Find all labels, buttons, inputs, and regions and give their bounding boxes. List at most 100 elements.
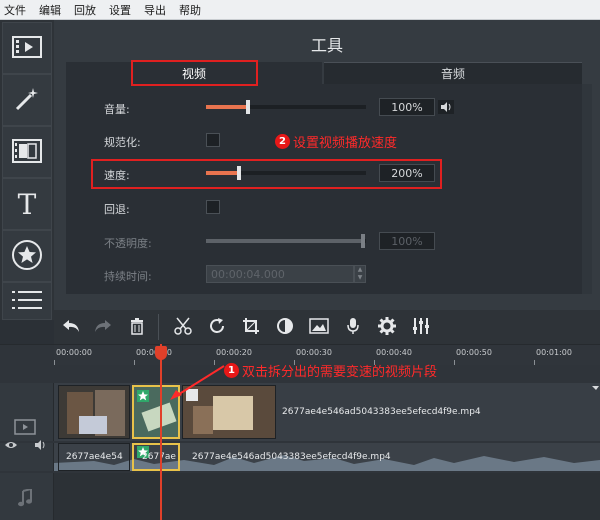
video-track-icon: [14, 419, 36, 438]
music-track-header: [0, 473, 54, 520]
image-settings-button[interactable]: [304, 310, 334, 344]
tick-label: 00:01:00: [536, 348, 572, 357]
music-track[interactable]: [54, 473, 600, 520]
audio-clip-name: 2677ae: [142, 452, 176, 462]
video-track-header: [0, 383, 54, 441]
tab-audio[interactable]: 音频: [324, 62, 582, 84]
opacity-value-field[interactable]: 100%: [379, 232, 435, 250]
annotation-arrow: [168, 362, 228, 405]
rotate-button[interactable]: [202, 310, 232, 344]
undo-icon: [61, 318, 81, 337]
speaker-icon[interactable]: [438, 100, 454, 114]
edit-toolbar: [54, 310, 600, 344]
opacity-slider-fill: [206, 239, 363, 243]
tick-mark: [534, 360, 535, 365]
audio-clip-name: 2677ae4e546ad5043383ee5efecd4f9e.mp4: [192, 452, 391, 462]
tick-label: 00:00:30: [296, 348, 332, 357]
reverse-label: 回退:: [104, 203, 130, 216]
volume-label: 音量:: [104, 103, 130, 116]
audio-track: 2677ae4e54 2677ae 2677ae4e546ad5043383ee…: [54, 443, 600, 471]
import-media-button[interactable]: [2, 22, 52, 74]
delete-button[interactable]: [122, 310, 152, 344]
film-icon: [12, 35, 42, 62]
tick-label: 00:00:20: [216, 348, 252, 357]
text-icon: T: [17, 187, 37, 221]
menu-playback[interactable]: 回放: [74, 2, 96, 18]
video-tab-highlight: [131, 60, 258, 86]
music-note-icon: [18, 487, 32, 510]
menu-bar: 文件 编辑 回放 设置 导出 帮助: [0, 0, 600, 20]
video-properties: 音量: 100% 规范化: 速度: 200% 回退: 不透明度: 100% 持续…: [66, 84, 582, 294]
speed-row-highlight: [91, 159, 442, 189]
sticker-icon: [11, 239, 43, 274]
rotate-icon: [208, 317, 226, 338]
step2-badge: 2: [275, 134, 290, 149]
tick-label: 00:00:00: [56, 348, 92, 357]
normalize-checkbox[interactable]: [206, 133, 220, 147]
panel-title: 工具: [310, 36, 343, 55]
panel-scrollbar[interactable]: [582, 84, 592, 294]
step1-text: 双击拆分出的需要变速的视频片段: [242, 365, 438, 380]
video-clip[interactable]: [58, 385, 130, 439]
playhead[interactable]: [160, 344, 162, 520]
equalizer-icon: [412, 317, 430, 338]
volume-icon[interactable]: [34, 439, 48, 453]
menu-edit[interactable]: 编辑: [39, 2, 61, 18]
volume-slider-knob[interactable]: [246, 100, 250, 114]
toolbar-divider: [158, 314, 159, 340]
volume-value-field[interactable]: 100%: [379, 98, 435, 116]
record-voice-button[interactable]: [338, 310, 368, 344]
video-track: 2677ae4e546ad5043383ee5efecd4f9e.mp4: [54, 383, 600, 441]
filters-button[interactable]: [2, 74, 52, 126]
opacity-slider-knob[interactable]: [361, 234, 365, 248]
reverse-checkbox[interactable]: [206, 200, 220, 214]
duration-label: 持续时间:: [104, 270, 152, 283]
magic-wand-icon: [13, 85, 41, 116]
scissors-icon: [173, 317, 193, 338]
volume-slider[interactable]: [206, 100, 366, 114]
opacity-label: 不透明度:: [104, 237, 152, 250]
clip-properties-button[interactable]: [372, 310, 402, 344]
menu-list-icon: [11, 289, 43, 314]
opacity-slider[interactable]: [206, 234, 366, 248]
duration-spinner[interactable]: ▲ ▼: [354, 265, 366, 283]
video-clip-name: 2677ae4e546ad5043383ee5efecd4f9e.mp4: [282, 407, 481, 417]
redo-button[interactable]: [88, 310, 118, 344]
menu-export[interactable]: 导出: [144, 2, 166, 18]
tick-label: 00:00:40: [376, 348, 412, 357]
trash-icon: [129, 317, 145, 338]
tool-sidebar: T: [0, 20, 54, 320]
tick-mark: [134, 360, 135, 365]
microphone-icon: [346, 317, 360, 338]
undo-button[interactable]: [56, 310, 86, 344]
split-button[interactable]: [168, 310, 198, 344]
stickers-button[interactable]: [2, 230, 52, 282]
step2-text: 设置视频播放速度: [293, 136, 398, 151]
contrast-icon: [276, 317, 294, 338]
eye-icon[interactable]: [4, 439, 18, 453]
transitions-button[interactable]: [2, 126, 52, 178]
more-tools-button[interactable]: [2, 282, 52, 320]
normalize-label: 规范化:: [104, 136, 141, 149]
titles-button[interactable]: T: [2, 178, 52, 230]
step1-badge: 1: [224, 363, 239, 378]
tick-mark: [454, 360, 455, 365]
menu-help[interactable]: 帮助: [179, 2, 201, 18]
transition-star-icon: [137, 390, 149, 402]
volume-slider-fill: [206, 105, 248, 109]
crop-icon: [242, 317, 260, 338]
crop-button[interactable]: [236, 310, 266, 344]
menu-file[interactable]: 文件: [4, 2, 26, 18]
menu-settings[interactable]: 设置: [109, 2, 131, 18]
equalizer-button[interactable]: [406, 310, 436, 344]
tick-mark: [54, 360, 55, 365]
transition-icon: [12, 138, 42, 167]
annotation-step1: 1 双击拆分出的需要变速的视频片段: [224, 361, 437, 380]
annotation-step2: 2 设置视频播放速度: [275, 132, 397, 151]
playhead-handle[interactable]: [155, 346, 167, 360]
color-adjust-button[interactable]: [270, 310, 300, 344]
audio-clip-name: 2677ae4e54: [66, 452, 123, 462]
duration-field[interactable]: 00:00:04.000: [206, 265, 354, 283]
audio-track-header: [0, 440, 54, 471]
redo-icon: [93, 318, 113, 337]
